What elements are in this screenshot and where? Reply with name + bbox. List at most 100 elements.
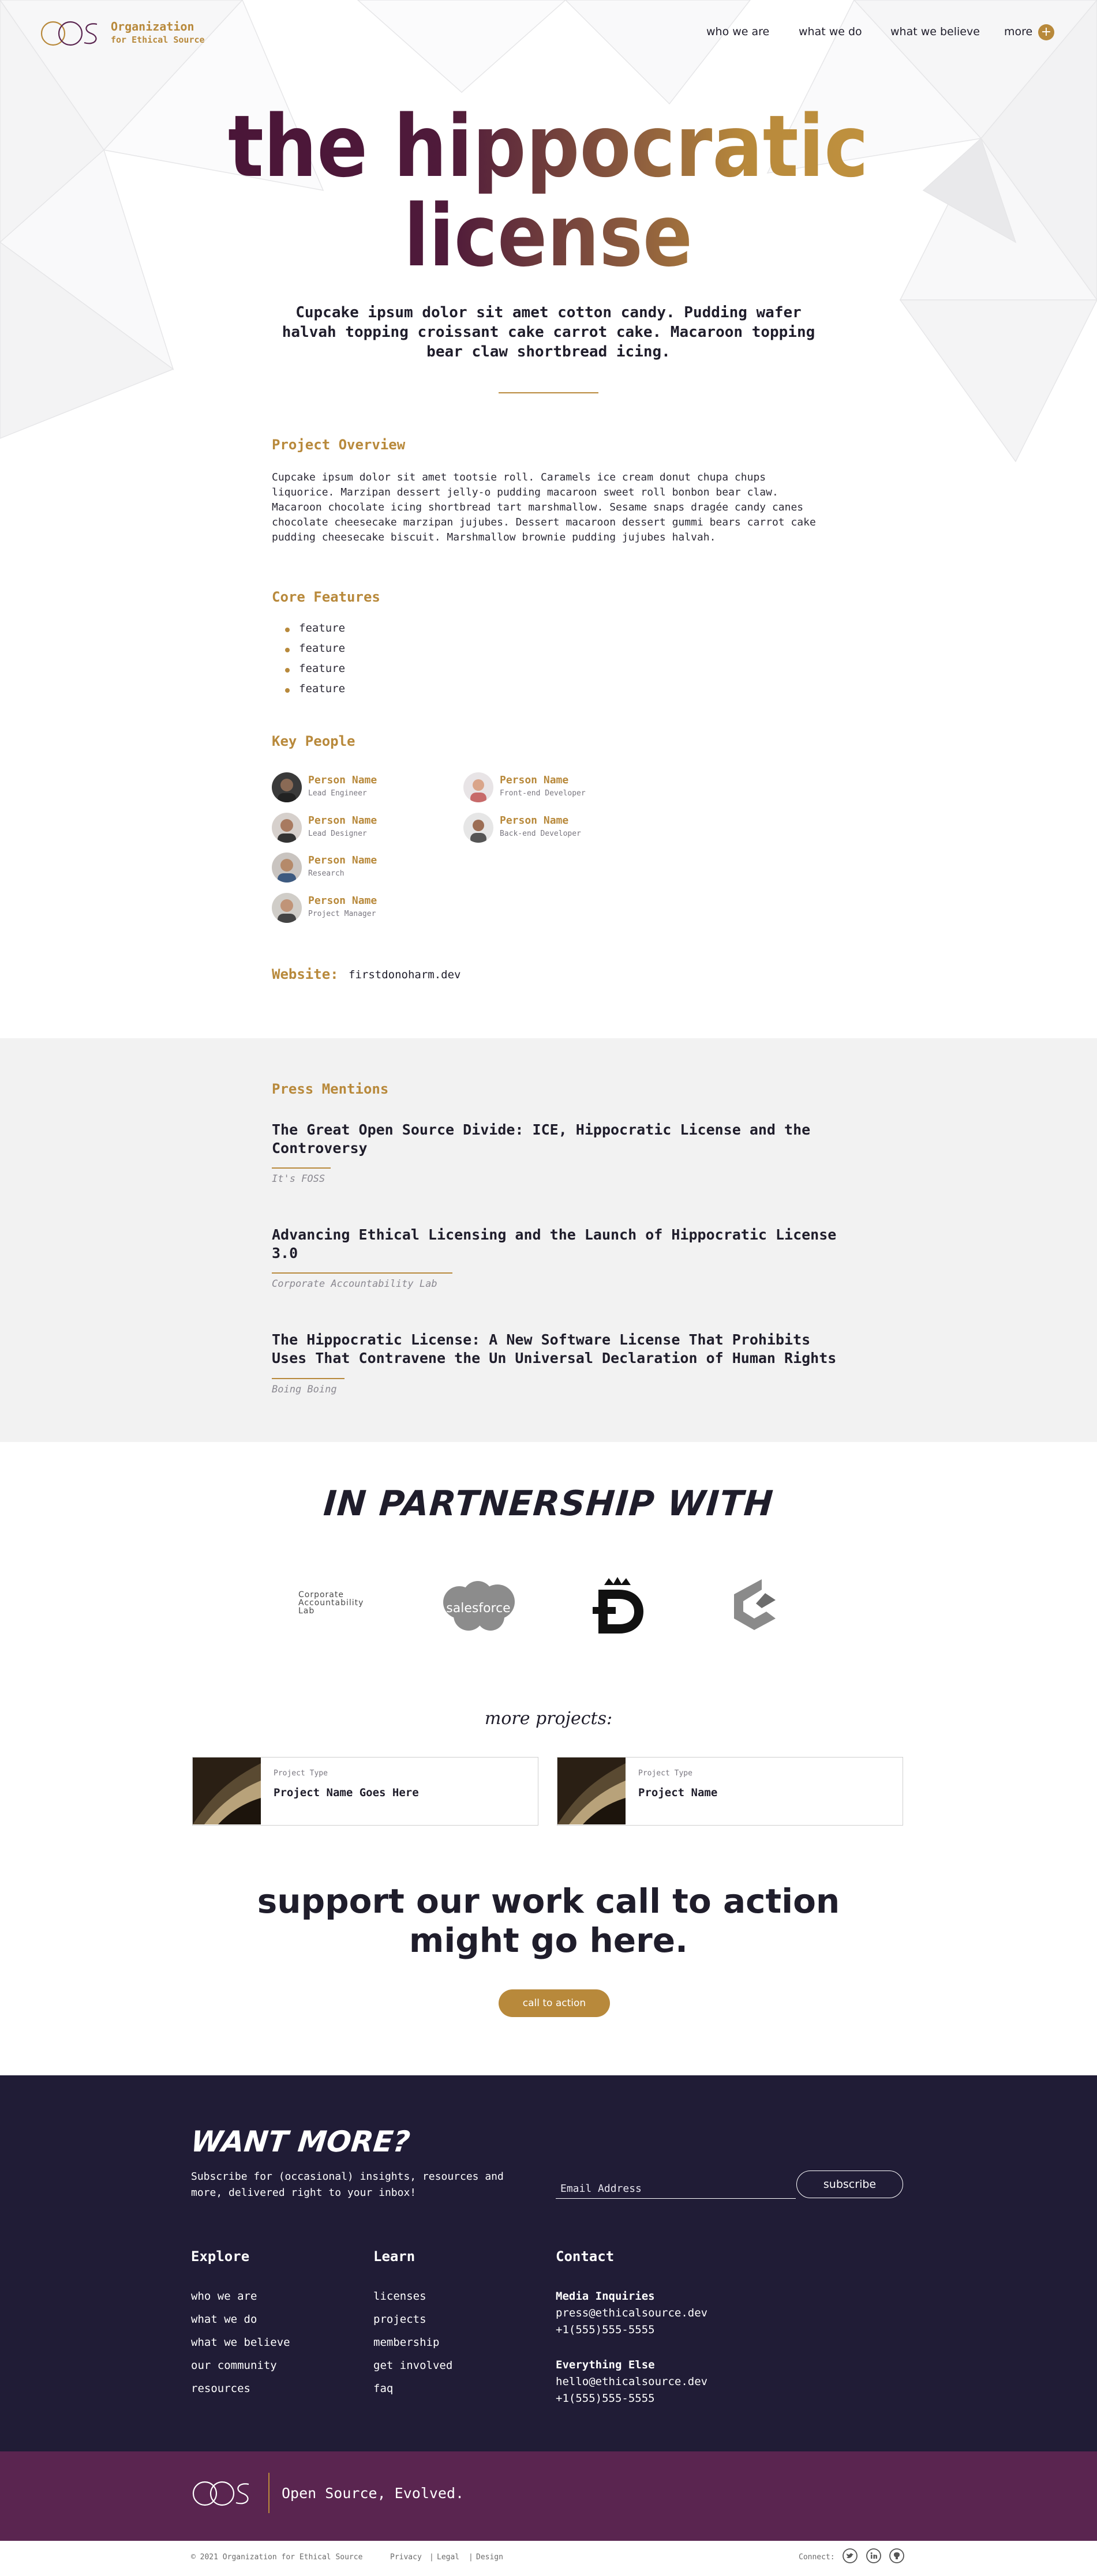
contact-heading: Contact [556,2248,615,2265]
twitter-icon[interactable] [843,2548,858,2563]
person-role: Back-end Developer [500,829,581,838]
hero-subtitle: Cupcake ipsum dolor sit amet cotton cand… [282,304,815,361]
footer-link-licenses[interactable]: licenses [373,2290,426,2303]
copyright: © 2021 Organization for Ethical Source [191,2553,363,2562]
press-divider [272,1167,331,1169]
cal-logo-line2: Accountability [298,1598,364,1608]
salesforce-logo-text: salesforce [446,1601,510,1616]
avatar[interactable] [463,813,493,843]
everything-else-label: Everything Else [556,2359,655,2371]
cal-logo-line1: Corporate [298,1590,344,1599]
avatar[interactable] [463,772,493,802]
website-link[interactable]: firstdonoharm.dev [349,968,460,981]
github-icon[interactable] [889,2548,904,2563]
connect-label: Connect: [799,2553,835,2562]
explore-heading: Explore [191,2248,250,2265]
feature-bullet [285,688,290,693]
cta-line2: might go here. [409,1921,688,1960]
project-thumbnail [557,1758,626,1824]
linkedin-icon[interactable] [866,2548,881,2563]
people-heading: Key People [272,733,355,749]
nav-what-we-believe[interactable]: what we believe [890,25,980,38]
subscribe-button[interactable]: subscribe [796,2171,903,2198]
footer-brand-band [0,2451,1097,2541]
footer-link-faq[interactable]: faq [373,2382,393,2395]
footer [0,2075,1097,2451]
person-name[interactable]: Person Name [308,774,377,786]
general-email-link[interactable]: hello@ethicalsource.dev [556,2375,707,2388]
legal-separator: | [469,2553,473,2562]
avatar[interactable] [272,813,302,843]
footer-link-get-involved[interactable]: get involved [373,2359,452,2372]
footer-link-who-we-are[interactable]: who we are [191,2290,257,2303]
person-role: Research [308,869,345,878]
avatar[interactable] [272,853,302,883]
project-name: Project Name Goes Here [274,1786,419,1799]
feature-item: feature [299,682,346,695]
feature-item: feature [299,622,346,634]
nav-who-we-are[interactable]: who we are [706,25,769,38]
person-name[interactable]: Person Name [308,814,377,827]
person-name[interactable]: Person Name [500,774,568,786]
press-divider [272,1272,452,1274]
plus-circle-icon[interactable]: + [1038,24,1054,40]
project-card[interactable]: Project Type Project Name Goes Here [192,1757,538,1826]
press-source: Corporate Accountability Lab [272,1278,437,1290]
footer-link-our-community[interactable]: our community [191,2359,277,2372]
project-type: Project Type [638,1769,692,1778]
media-phone-link[interactable]: +1(555)555-5555 [556,2323,655,2336]
nav-more[interactable]: more [1004,25,1032,38]
project-name: Project Name [638,1786,718,1799]
press-article-title[interactable]: The Hippocratic License: A New Software … [272,1331,837,1368]
project-card[interactable]: Project Type Project Name [557,1757,903,1826]
press-article-title[interactable]: The Great Open Source Divide: ICE, Hippo… [272,1121,837,1158]
feature-bullet [285,668,290,673]
general-phone-link[interactable]: +1(555)555-5555 [556,2392,655,2405]
cal-logo-line3: Lab [298,1606,315,1616]
design-link[interactable]: Design [476,2553,503,2562]
footer-link-projects[interactable]: projects [373,2313,426,2326]
oes-logo[interactable] [40,17,104,50]
partnership-heading: IN PARTNERSHIP WITH [322,1484,775,1524]
c-hexagon-logo[interactable] [727,1576,782,1637]
privacy-link[interactable]: Privacy [390,2553,422,2562]
person-role: Front-end Developer [500,789,586,798]
hero-divider [499,392,598,393]
legal-link[interactable]: Legal [437,2553,459,2562]
cta-line1: support our work call to action [257,1882,840,1921]
call-to-action-button[interactable]: call to action [499,1989,610,2017]
oes-logo-white[interactable] [192,2477,256,2510]
subscribe-description: Subscribe for (occasional) insights, res… [191,2171,504,2199]
learn-heading: Learn [373,2248,415,2265]
org-name: Organization [111,20,194,33]
footer-link-what-we-do[interactable]: what we do [191,2313,257,2326]
email-field[interactable] [556,2173,796,2199]
feature-item: feature [299,642,346,655]
d-crown-logo[interactable] [586,1574,649,1637]
legal-separator: | [429,2553,434,2562]
features-heading: Core Features [272,589,380,605]
person-role: Project Manager [308,910,376,918]
brand-divider [268,2473,269,2513]
feature-bullet [285,648,290,652]
feature-item: feature [299,662,346,675]
corporate-accountability-lab-logo[interactable]: Corporate Accountability Lab [298,1591,364,1615]
person-role: Lead Designer [308,829,367,838]
cta-heading: support our work call to action might go… [0,1882,1097,1960]
person-name[interactable]: Person Name [500,814,568,827]
website-label: Website: [272,966,339,982]
footer-link-what-we-believe[interactable]: what we believe [191,2336,290,2349]
person-name[interactable]: Person Name [308,895,377,907]
media-email-link[interactable]: press@ethicalsource.dev [556,2307,707,2319]
footer-link-resources[interactable]: resources [191,2382,250,2395]
footer-link-membership[interactable]: membership [373,2336,439,2349]
avatar[interactable] [272,893,302,923]
nav-what-we-do[interactable]: what we do [799,25,862,38]
want-more-heading: WANT MORE? [189,2125,412,2158]
press-article-title[interactable]: Advancing Ethical Licensing and the Laun… [272,1226,837,1263]
salesforce-logo[interactable]: salesforce [436,1576,521,1635]
person-name[interactable]: Person Name [308,854,377,866]
avatar[interactable] [272,772,302,802]
hero-title: the hippocratic license [228,98,868,286]
more-projects-heading: more projects: [484,1708,613,1729]
